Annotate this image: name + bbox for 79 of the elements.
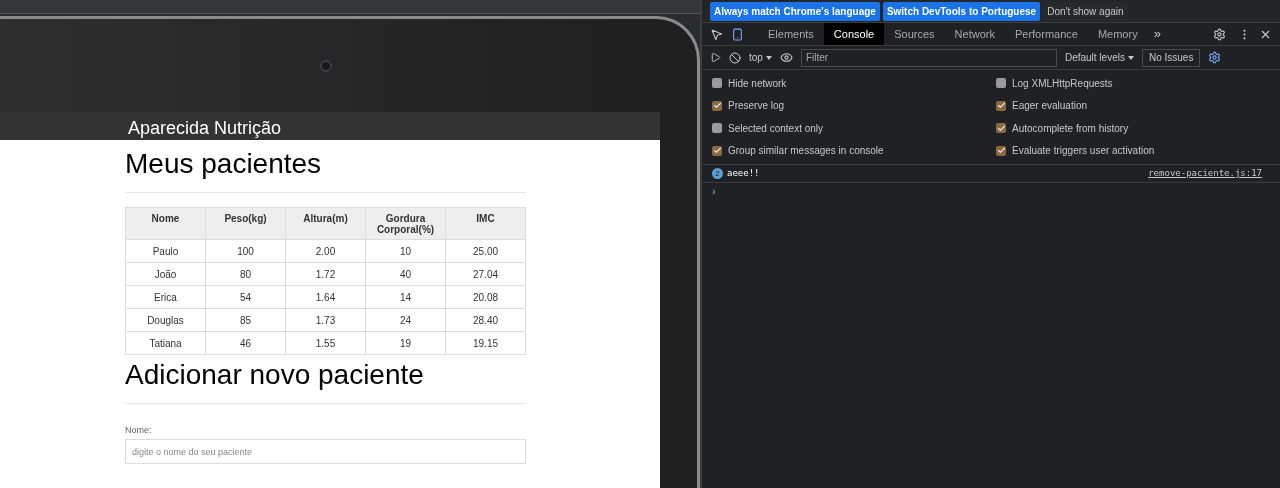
table-cell: 1.73 bbox=[285, 308, 366, 332]
table-cell: Paulo bbox=[125, 239, 206, 263]
settings-icon[interactable] bbox=[1213, 27, 1226, 41]
checkbox[interactable] bbox=[996, 145, 1006, 156]
device-icon[interactable] bbox=[731, 27, 744, 41]
table-cell: 14 bbox=[365, 285, 446, 309]
table-cell: 85 bbox=[205, 308, 286, 332]
devtools-tab[interactable]: Memory bbox=[1087, 23, 1148, 45]
checkbox-label: Log XMLHttpRequests bbox=[1012, 76, 1113, 91]
column-header: Peso(kg) bbox=[205, 207, 286, 240]
form-heading: Adicionar novo paciente bbox=[125, 361, 425, 389]
checkbox-label: Evaluate triggers user activation bbox=[1012, 144, 1155, 159]
checkbox-label: Selected context only bbox=[728, 121, 824, 136]
table-cell: 27.04 bbox=[445, 262, 526, 286]
infobar-button[interactable]: Always match Chrome's language bbox=[710, 1, 880, 21]
table-cell: 46 bbox=[205, 331, 286, 355]
checkbox[interactable] bbox=[712, 78, 722, 89]
clear-icon[interactable] bbox=[729, 51, 741, 64]
table-cell: 1.72 bbox=[285, 262, 366, 286]
table-cell: 54 bbox=[205, 285, 286, 309]
levels-dropdown[interactable]: Default levels bbox=[1064, 50, 1134, 65]
name-input-field[interactable]: digite o nome do seu paciente bbox=[125, 439, 526, 464]
checkbox-label: Hide network bbox=[728, 76, 787, 91]
table-cell: 19 bbox=[365, 331, 446, 355]
checkbox-label: Preserve log bbox=[728, 99, 785, 114]
devtools-tab[interactable]: Performance bbox=[1004, 23, 1088, 45]
source-link[interactable]: remove-paciente.js:17 bbox=[1148, 166, 1262, 181]
repeat-count: 2 bbox=[712, 168, 723, 179]
checkbox[interactable] bbox=[712, 123, 722, 134]
infobar-button[interactable]: Switch DevTools to Portuguese bbox=[882, 1, 1041, 21]
column-header: Nome bbox=[125, 207, 206, 240]
table-cell: 100 bbox=[205, 239, 286, 263]
checkbox[interactable] bbox=[712, 100, 722, 111]
camera-icon bbox=[320, 59, 332, 72]
devtools-tab[interactable]: Sources bbox=[884, 23, 945, 45]
checkbox[interactable] bbox=[996, 100, 1006, 111]
message-text: aeee!! bbox=[727, 166, 760, 180]
devtools-tab[interactable]: Elements bbox=[758, 23, 824, 45]
sidebar-icon[interactable] bbox=[710, 52, 721, 63]
field-label: Nome: bbox=[125, 424, 153, 437]
devtools-tab[interactable]: Console bbox=[823, 23, 885, 45]
context-dropdown[interactable]: top bbox=[749, 50, 772, 65]
filter-field[interactable]: Filter bbox=[800, 48, 1057, 67]
infobar-button[interactable]: Don't show again bbox=[1043, 1, 1128, 21]
table-cell: 80 bbox=[205, 262, 286, 286]
table-cell: 1.64 bbox=[285, 285, 366, 309]
column-header: IMC bbox=[445, 207, 526, 240]
table-cell: 10 bbox=[365, 239, 446, 263]
checkbox-label: Group similar messages in console bbox=[728, 144, 884, 159]
table-cell: 20.08 bbox=[445, 285, 526, 309]
eye-icon[interactable] bbox=[779, 51, 793, 64]
checkbox-label: Autocomplete from history bbox=[1012, 121, 1129, 136]
table-cell: 25.00 bbox=[445, 239, 526, 263]
more-tabs[interactable]: » bbox=[1153, 24, 1161, 44]
checkbox-label: Eager evaluation bbox=[1012, 99, 1088, 114]
caret-icon bbox=[765, 55, 772, 60]
table-cell: João bbox=[125, 262, 206, 286]
page-heading: Meus pacientes bbox=[125, 150, 323, 178]
caret-icon bbox=[1127, 55, 1134, 60]
inspect-icon[interactable] bbox=[710, 27, 723, 41]
table-cell: Erica bbox=[125, 285, 206, 309]
table-cell: Douglas bbox=[125, 308, 206, 332]
table-cell: 28.40 bbox=[445, 308, 526, 332]
table-cell: 40 bbox=[365, 262, 446, 286]
checkbox[interactable] bbox=[712, 145, 722, 156]
site-title: Aparecida Nutrição bbox=[128, 119, 282, 137]
checkbox[interactable] bbox=[996, 123, 1006, 134]
column-header: Altura(m) bbox=[285, 207, 366, 240]
devtools-tab[interactable]: Network bbox=[944, 23, 1005, 45]
table-cell: 2.00 bbox=[285, 239, 366, 263]
console-settings-icon[interactable] bbox=[1208, 51, 1222, 64]
issues-button[interactable]: No Issues bbox=[1141, 48, 1201, 67]
table-cell: 19.15 bbox=[445, 331, 526, 355]
table-cell: Tatiana bbox=[125, 331, 206, 355]
checkbox[interactable] bbox=[996, 78, 1006, 89]
table-cell: 1.55 bbox=[285, 331, 366, 355]
table-cell: 24 bbox=[365, 308, 446, 332]
column-header: Gordura Corporal(%) bbox=[365, 207, 446, 240]
prompt-caret: › bbox=[712, 185, 716, 197]
